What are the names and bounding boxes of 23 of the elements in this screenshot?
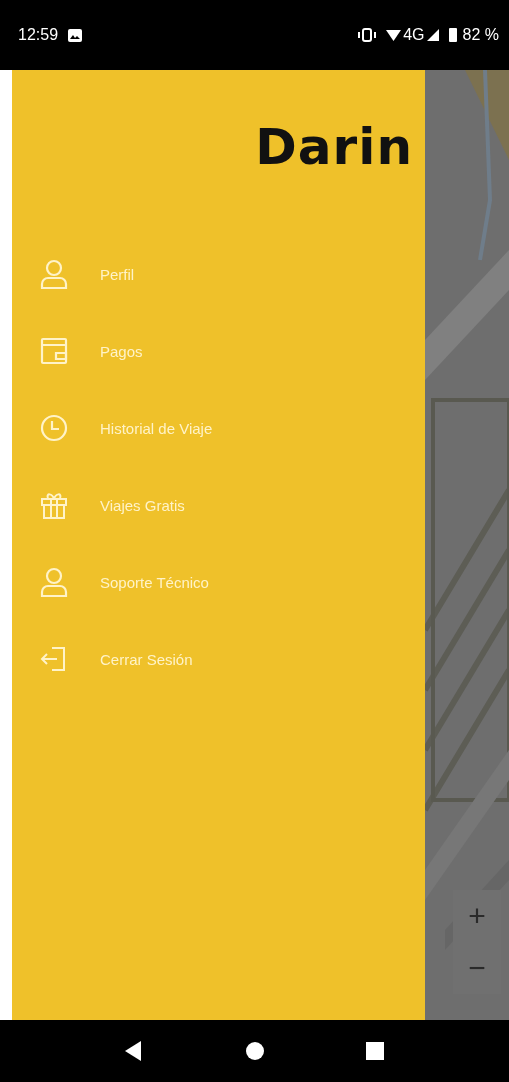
home-button[interactable]: [244, 1041, 265, 1061]
vibrate-icon: [358, 28, 377, 42]
wallet-icon: [38, 335, 70, 367]
menu-item[interactable]: Perfil: [38, 254, 135, 294]
signal-icon: [426, 29, 439, 41]
menu-item[interactable]: Soporte Técnico: [38, 562, 209, 602]
wifi-icon: [386, 29, 402, 41]
person-icon: [38, 258, 70, 290]
recents-button[interactable]: [364, 1041, 385, 1061]
person-icon: [38, 566, 70, 598]
menu-item[interactable]: Pagos: [38, 331, 143, 371]
zoom-out-button[interactable]: −: [453, 942, 501, 994]
zoom-in-button[interactable]: +: [453, 890, 501, 942]
clock-icon: [38, 412, 70, 444]
clock-time: 12:59: [18, 26, 59, 44]
battery-icon: [448, 28, 457, 42]
app-logo: Darin: [255, 118, 413, 176]
menu-item[interactable]: Viajes Gratis: [38, 485, 185, 525]
menu-item[interactable]: Historial de Viaje: [38, 408, 213, 448]
network-type: 4G: [403, 26, 425, 44]
menu-item[interactable]: Cerrar Sesión: [38, 639, 193, 679]
image-icon: [68, 28, 83, 42]
battery-level: 82 %: [462, 26, 499, 44]
